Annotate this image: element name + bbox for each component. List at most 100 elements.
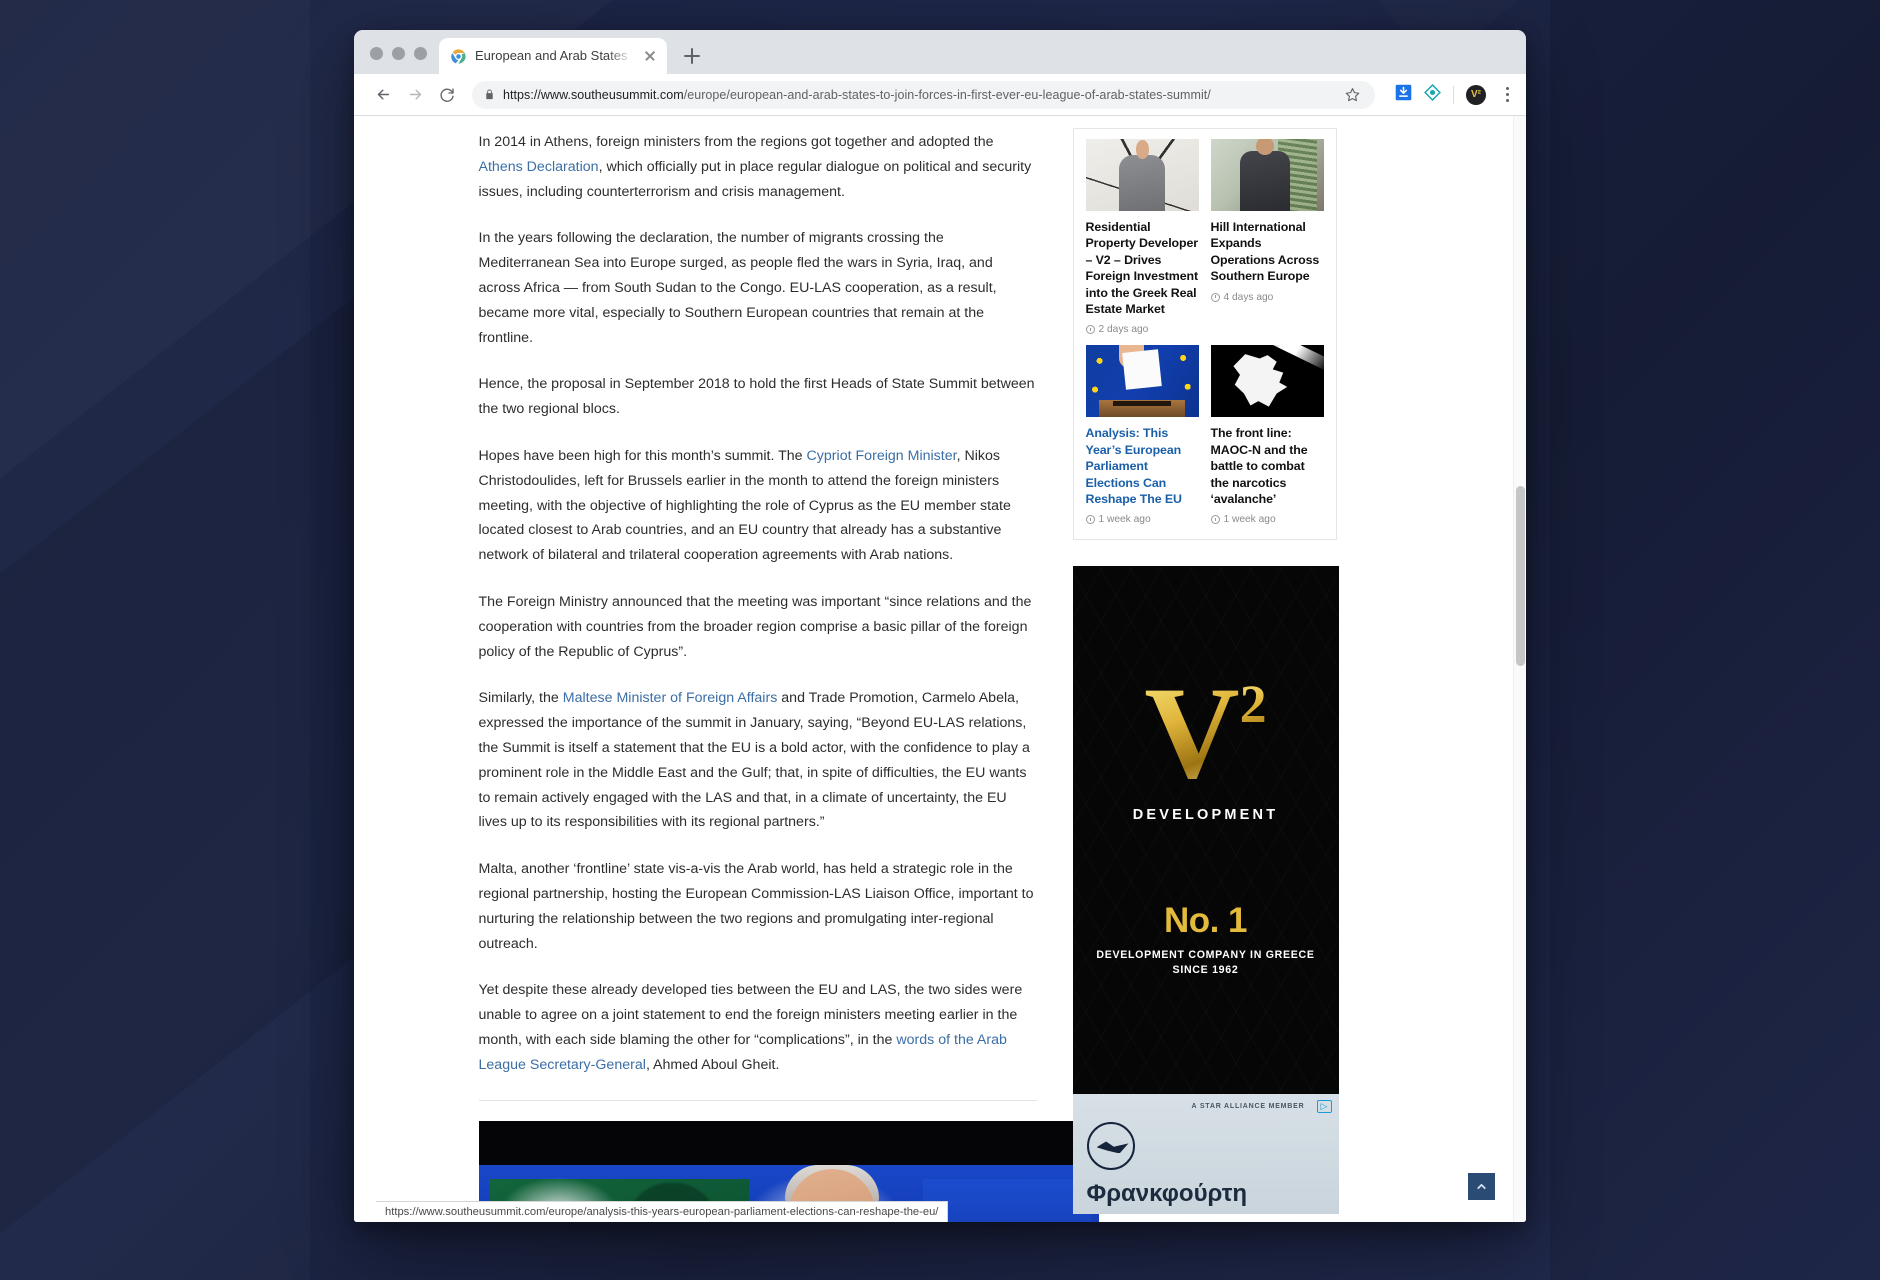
article-link[interactable]: Cypriot Foreign Minister [807, 448, 957, 464]
chrome-favicon [450, 48, 467, 65]
window-controls[interactable] [366, 47, 439, 74]
related-post-date-text: 2 days ago [1098, 324, 1149, 336]
article-text: Malta, another ‘frontline’ state vis-a-v… [478, 861, 1034, 952]
web-page: In 2014 in Athens, foreign ministers fro… [376, 116, 1513, 1222]
sidebar: Residential Property Developer – V2 – Dr… [1037, 116, 1339, 1222]
article-paragraph: Yet despite these already developed ties… [479, 978, 1037, 1077]
reload-button[interactable] [432, 80, 462, 110]
related-post-item[interactable]: Residential Property Developer – V2 – Dr… [1085, 139, 1199, 336]
related-post-title[interactable]: Hill International Expands Operations Ac… [1211, 219, 1324, 285]
related-post-date-text: 1 week ago [1223, 514, 1276, 526]
related-post-title[interactable]: The front line: MAOC-N and the battle to… [1211, 425, 1324, 507]
article-link[interactable]: Athens Declaration [479, 159, 599, 175]
kebab-menu-icon[interactable] [1498, 86, 1516, 104]
ad-v2-subtitle: DEVELOPMENT [1132, 807, 1279, 824]
desktop-right-panel [1550, 0, 1880, 1280]
forward-button[interactable] [400, 80, 430, 110]
profile-avatar[interactable]: V² [1466, 84, 1486, 105]
ad-lufthansa[interactable]: A STAR ALLIANCE MEMBER ▷ Φρανκφούρτη [1072, 1094, 1339, 1215]
ad-lufthansa-headline: Φρανκφούρτη [1086, 1180, 1248, 1208]
article-text: In 2014 in Athens, foreign ministers fro… [478, 134, 994, 150]
related-posts-card: Residential Property Developer – V2 – Dr… [1072, 128, 1337, 541]
v2-logo: V 2 [1144, 659, 1267, 807]
page-scrollbar[interactable] [1513, 116, 1526, 1222]
status-bar-url: https://www.southeusummit.com/europe/ana… [376, 1201, 949, 1222]
back-button[interactable] [368, 80, 398, 110]
related-post-date: 2 days ago [1085, 324, 1199, 336]
article-text: The Foreign Ministry announced that the … [478, 593, 1032, 660]
article-text: Hence, the proposal in September 2018 to… [478, 376, 1035, 418]
related-post-item[interactable]: The front line: MAOC-N and the battle to… [1210, 345, 1324, 526]
related-post-title[interactable]: Analysis: This Year’s European Parliamen… [1086, 425, 1199, 507]
related-post-date: 4 days ago [1210, 291, 1324, 303]
related-post-title[interactable]: Residential Property Developer – V2 – Dr… [1086, 219, 1199, 317]
reload-icon [440, 87, 454, 102]
related-post-date-text: 1 week ago [1098, 514, 1151, 526]
minimize-window-button[interactable] [392, 47, 405, 60]
article-paragraph: Hence, the proposal in September 2018 to… [479, 372, 1037, 422]
related-post-thumbnail[interactable] [1085, 139, 1199, 211]
toolbar-divider [1453, 85, 1454, 104]
tab-title: European and Arab States To J [475, 48, 633, 63]
related-post-date: 1 week ago [1085, 514, 1199, 526]
article-text: In the years following the declaration, … [478, 230, 997, 346]
ad-v2-line1: DEVELOPMENT COMPANY IN GREECE [1096, 949, 1315, 962]
related-post-thumbnail[interactable] [1085, 345, 1199, 418]
browser-tab[interactable]: European and Arab States To J [439, 38, 667, 74]
related-posts-grid: Residential Property Developer – V2 – Dr… [1085, 139, 1324, 526]
clock-icon [1085, 515, 1095, 525]
clock-icon [1210, 515, 1220, 525]
ad-mesh-pattern [1072, 566, 1339, 1095]
v2-logo-exponent: 2 [1239, 674, 1267, 735]
article-paragraph: Malta, another ‘frontline’ state vis-a-v… [479, 857, 1037, 956]
page-left-rail [354, 116, 376, 1222]
article-paragraph: In 2014 in Athens, foreign ministers fro… [479, 130, 1037, 204]
page-viewport: In 2014 in Athens, foreign ministers fro… [354, 116, 1526, 1222]
article-text: Similarly, the [478, 690, 563, 707]
url-path: /europe/european-and-arab-states-to-join… [683, 87, 1211, 102]
article-text: and Trade Promotion, Carmelo Abela, expr… [478, 690, 1030, 831]
back-arrow-icon [377, 89, 389, 100]
related-post-thumbnail[interactable] [1210, 345, 1324, 418]
new-tab-button[interactable] [677, 41, 707, 71]
related-post-item[interactable]: Analysis: This Year’s European Parliamen… [1085, 345, 1199, 526]
ad-v2-line2: SINCE 1962 [1172, 964, 1239, 977]
ad-v2-development[interactable]: V 2 DEVELOPMENT No. 1 DEVELOPMENT COMPAN… [1072, 566, 1339, 1095]
address-bar[interactable]: https://www.southeusummit.com/europe/eur… [472, 80, 1375, 109]
maximize-window-button[interactable] [414, 47, 427, 60]
bookmark-star-icon[interactable] [1339, 82, 1365, 108]
download-icon[interactable] [1395, 84, 1412, 106]
close-window-button[interactable] [370, 47, 383, 60]
article-divider [478, 1099, 1037, 1101]
article-link[interactable]: Maltese Minister of Foreign Affairs [563, 690, 778, 706]
article-text: , Nikos Christodoulides, left for Brusse… [478, 447, 1011, 564]
article-text: , Ahmed Aboul Gheit. [645, 1056, 780, 1073]
article-paragraph: In the years following the declaration, … [479, 226, 1037, 350]
article-text: Hopes have been high for this month’s su… [478, 447, 807, 464]
clock-icon [1085, 325, 1095, 335]
article-body: In 2014 in Athens, foreign ministers fro… [417, 116, 1099, 1222]
related-post-thumbnail[interactable] [1210, 139, 1324, 211]
scrollbar-thumb[interactable] [1516, 486, 1525, 666]
tab-strip: European and Arab States To J [354, 30, 1526, 74]
extension-diamond-icon[interactable] [1424, 83, 1441, 106]
scroll-to-top-button[interactable] [1468, 1173, 1495, 1200]
lock-icon [486, 89, 493, 100]
url-domain: https://www.southeusummit.com [503, 87, 684, 102]
chevron-up-icon [1477, 1183, 1486, 1190]
adchoices-icon[interactable]: ▷ [1316, 1100, 1332, 1114]
related-post-item[interactable]: Hill International Expands Operations Ac… [1210, 139, 1324, 335]
close-icon[interactable] [641, 47, 659, 65]
clock-icon [1210, 292, 1220, 302]
star-alliance-label: A STAR ALLIANCE MEMBER [1191, 1103, 1305, 1111]
article-paragraph: Hopes have been high for this month’s su… [479, 444, 1037, 568]
article-paragraphs: In 2014 in Athens, foreign ministers fro… [479, 130, 1037, 1078]
related-post-date-text: 4 days ago [1223, 291, 1274, 303]
ad-v2-rank: No. 1 [1163, 901, 1248, 941]
browser-toolbar: https://www.southeusummit.com/europe/eur… [354, 74, 1526, 116]
article-paragraph: Similarly, the Maltese Minister of Forei… [479, 686, 1037, 835]
url-text: https://www.southeusummit.com/europe/eur… [503, 88, 1331, 102]
v2-logo-letter: V [1144, 659, 1240, 807]
lufthansa-crane-icon [1086, 1122, 1135, 1171]
related-post-date: 1 week ago [1210, 514, 1324, 526]
